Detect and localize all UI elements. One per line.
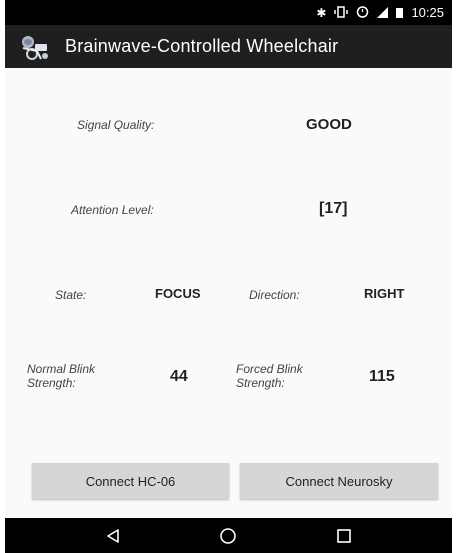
cell-signal-icon	[377, 7, 389, 18]
direction-value: RIGHT	[364, 286, 405, 301]
state-label: State:	[55, 288, 87, 302]
normal-blink-value: 44	[170, 368, 188, 385]
main-content: Signal Quality: GOOD Attention Level: [1…	[5, 68, 452, 518]
forced-blink-label-line1: Forced Blink	[236, 362, 303, 376]
app-title: Brainwave-Controlled Wheelchair	[65, 36, 339, 56]
home-icon[interactable]	[208, 521, 248, 551]
connect-neurosky-button[interactable]: Connect Neurosky	[240, 463, 438, 499]
recents-icon[interactable]	[324, 521, 364, 551]
battery-icon	[396, 7, 404, 18]
attention-level-label: Attention Level:	[71, 203, 154, 217]
attention-level-value: [17]	[319, 200, 348, 217]
normal-blink-label-line1: Normal Blink	[27, 362, 96, 376]
back-icon[interactable]	[93, 521, 133, 551]
connect-hc06-button[interactable]: Connect HC-06	[32, 463, 229, 499]
bluetooth-icon: ✱	[316, 5, 327, 20]
normal-blink-label: Normal Blink Strength:	[27, 362, 95, 390]
status-bar: ✱ 10:25	[5, 0, 452, 25]
wheelchair-app-icon	[22, 35, 48, 60]
vibrate-icon	[334, 5, 349, 20]
normal-blink-label-line2: Strength:	[27, 376, 76, 390]
direction-label: Direction:	[249, 288, 300, 302]
state-value: FOCUS	[155, 286, 201, 301]
forced-blink-label-line2: Strength:	[236, 376, 285, 390]
forced-blink-value: 115	[369, 368, 395, 385]
navigation-bar	[5, 518, 452, 553]
forced-blink-label: Forced Blink Strength:	[236, 362, 303, 390]
phone-screen: ✱ 10:25 Brainwave-Controlled Wheelchair …	[5, 0, 452, 553]
alarm-icon	[356, 5, 369, 20]
signal-quality-value: GOOD	[306, 116, 352, 133]
status-time: 10:25	[411, 5, 444, 20]
signal-quality-label: Signal Quality:	[77, 118, 155, 132]
app-bar: Brainwave-Controlled Wheelchair	[5, 25, 452, 68]
